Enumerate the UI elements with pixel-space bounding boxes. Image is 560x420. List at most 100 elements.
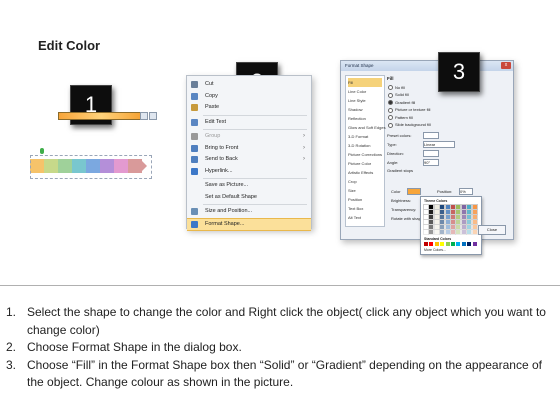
fill-radio[interactable]: [388, 100, 393, 105]
color-swatch[interactable]: [423, 209, 429, 215]
menu-item-hyperlink[interactable]: Hyperlink...: [187, 166, 311, 177]
color-swatch[interactable]: [439, 204, 446, 210]
color-swatch[interactable]: [444, 219, 451, 225]
color-swatch[interactable]: [428, 219, 435, 225]
color-swatch[interactable]: [439, 209, 446, 215]
remove-stop-icon[interactable]: [149, 112, 157, 120]
color-swatch[interactable]: [433, 229, 440, 235]
fill-radio[interactable]: [388, 85, 393, 90]
menu-item-format-shape[interactable]: Format Shape...: [187, 217, 311, 231]
color-swatch[interactable]: [450, 229, 456, 235]
menu-item-copy[interactable]: Copy: [187, 91, 311, 102]
nav-item[interactable]: Line Style: [348, 96, 382, 105]
nav-item[interactable]: 3-D Format: [348, 132, 382, 141]
color-swatch[interactable]: [439, 214, 446, 220]
color-swatch[interactable]: [455, 229, 462, 235]
more-colors-link[interactable]: More Colors...: [424, 248, 446, 252]
color-swatch[interactable]: [423, 214, 429, 220]
color-swatch[interactable]: [450, 224, 456, 230]
rotate-with-shape-checkbox[interactable]: Rotate with shape: [391, 216, 423, 221]
color-swatch[interactable]: [423, 224, 429, 230]
color-swatch[interactable]: [461, 242, 466, 246]
color-swatch[interactable]: [444, 204, 451, 210]
color-swatch[interactable]: [471, 204, 478, 210]
close-icon[interactable]: x: [501, 62, 511, 69]
color-swatch[interactable]: [433, 209, 440, 215]
type-dropdown[interactable]: Linear: [423, 141, 455, 148]
color-swatch[interactable]: [444, 224, 451, 230]
color-swatch[interactable]: [456, 242, 461, 246]
position-input[interactable]: 0%: [459, 188, 473, 195]
color-swatch[interactable]: [471, 229, 478, 235]
color-swatch[interactable]: [466, 209, 473, 215]
nav-item[interactable]: Size: [348, 186, 382, 195]
nav-item[interactable]: Position: [348, 195, 382, 204]
color-swatch[interactable]: [444, 209, 451, 215]
color-swatch[interactable]: [439, 229, 446, 235]
color-swatch[interactable]: [455, 209, 462, 215]
color-swatch[interactable]: [440, 242, 445, 246]
color-swatch[interactable]: [451, 242, 455, 246]
color-swatch[interactable]: [444, 229, 451, 235]
color-swatch[interactable]: [466, 219, 473, 225]
color-swatch[interactable]: [428, 204, 435, 210]
fill-radio[interactable]: [388, 115, 393, 120]
color-swatch[interactable]: [471, 219, 478, 225]
fill-radio[interactable]: [388, 107, 393, 113]
nav-item[interactable]: Line Color: [348, 87, 382, 96]
color-swatch[interactable]: [466, 224, 473, 230]
color-swatch[interactable]: [428, 214, 435, 220]
color-swatch[interactable]: [433, 219, 440, 225]
menu-item-cut[interactable]: Cut: [187, 79, 311, 90]
add-stop-icon[interactable]: [140, 112, 148, 120]
nav-item[interactable]: Alt Text: [348, 213, 382, 222]
color-swatch[interactable]: [471, 224, 478, 230]
fill-radio[interactable]: [388, 122, 393, 128]
color-swatch[interactable]: [450, 204, 456, 210]
color-swatch[interactable]: [466, 214, 473, 220]
color-swatch[interactable]: [450, 209, 456, 215]
color-swatch[interactable]: [472, 242, 477, 246]
nav-item[interactable]: Shadow: [348, 105, 382, 114]
color-swatch[interactable]: [433, 204, 440, 210]
color-swatch[interactable]: [460, 204, 467, 210]
menu-item-bring-to-front[interactable]: Bring to Front ›: [187, 143, 311, 154]
color-swatch[interactable]: [460, 214, 467, 220]
color-swatch[interactable]: [423, 204, 429, 210]
color-swatch[interactable]: [466, 229, 473, 235]
color-swatch[interactable]: [439, 224, 446, 230]
color-swatch[interactable]: [460, 209, 467, 215]
angle-input[interactable]: 90°: [423, 159, 439, 166]
color-swatch[interactable]: [455, 224, 462, 230]
color-swatch[interactable]: [455, 204, 462, 210]
color-swatch[interactable]: [460, 219, 467, 225]
fill-radio[interactable]: [388, 92, 393, 98]
nav-item[interactable]: Picture Corrections: [348, 150, 382, 159]
nav-item[interactable]: Crop: [348, 177, 382, 186]
nav-item[interactable]: Artistic Effects: [348, 168, 382, 177]
color-swatch[interactable]: [423, 219, 429, 225]
direction-dropdown[interactable]: [423, 150, 439, 157]
color-swatch[interactable]: [471, 214, 478, 220]
menu-item-group[interactable]: Group ›: [187, 131, 311, 142]
color-swatch[interactable]: [428, 209, 435, 215]
color-swatch[interactable]: [460, 224, 467, 230]
color-swatch[interactable]: [460, 229, 467, 235]
menu-item-edit-text[interactable]: Edit Text: [187, 117, 311, 128]
color-swatch[interactable]: [424, 242, 428, 246]
color-swatch[interactable]: [444, 214, 451, 220]
menu-item-send-to-back[interactable]: Send to Back ›: [187, 154, 311, 165]
color-swatch[interactable]: [428, 224, 435, 230]
color-swatch[interactable]: [450, 219, 456, 225]
color-swatch[interactable]: [429, 242, 434, 246]
color-swatch[interactable]: [471, 209, 478, 215]
menu-item-paste[interactable]: Paste: [187, 102, 311, 113]
nav-item[interactable]: Picture Color: [348, 159, 382, 168]
nav-item[interactable]: 3-D Rotation: [348, 141, 382, 150]
close-button[interactable]: Close: [478, 225, 506, 235]
color-swatch[interactable]: [466, 204, 473, 210]
color-swatch[interactable]: [434, 242, 439, 246]
preset-colors-dropdown[interactable]: [423, 132, 439, 139]
color-swatch[interactable]: [439, 219, 446, 225]
color-picker-button[interactable]: [407, 188, 421, 195]
